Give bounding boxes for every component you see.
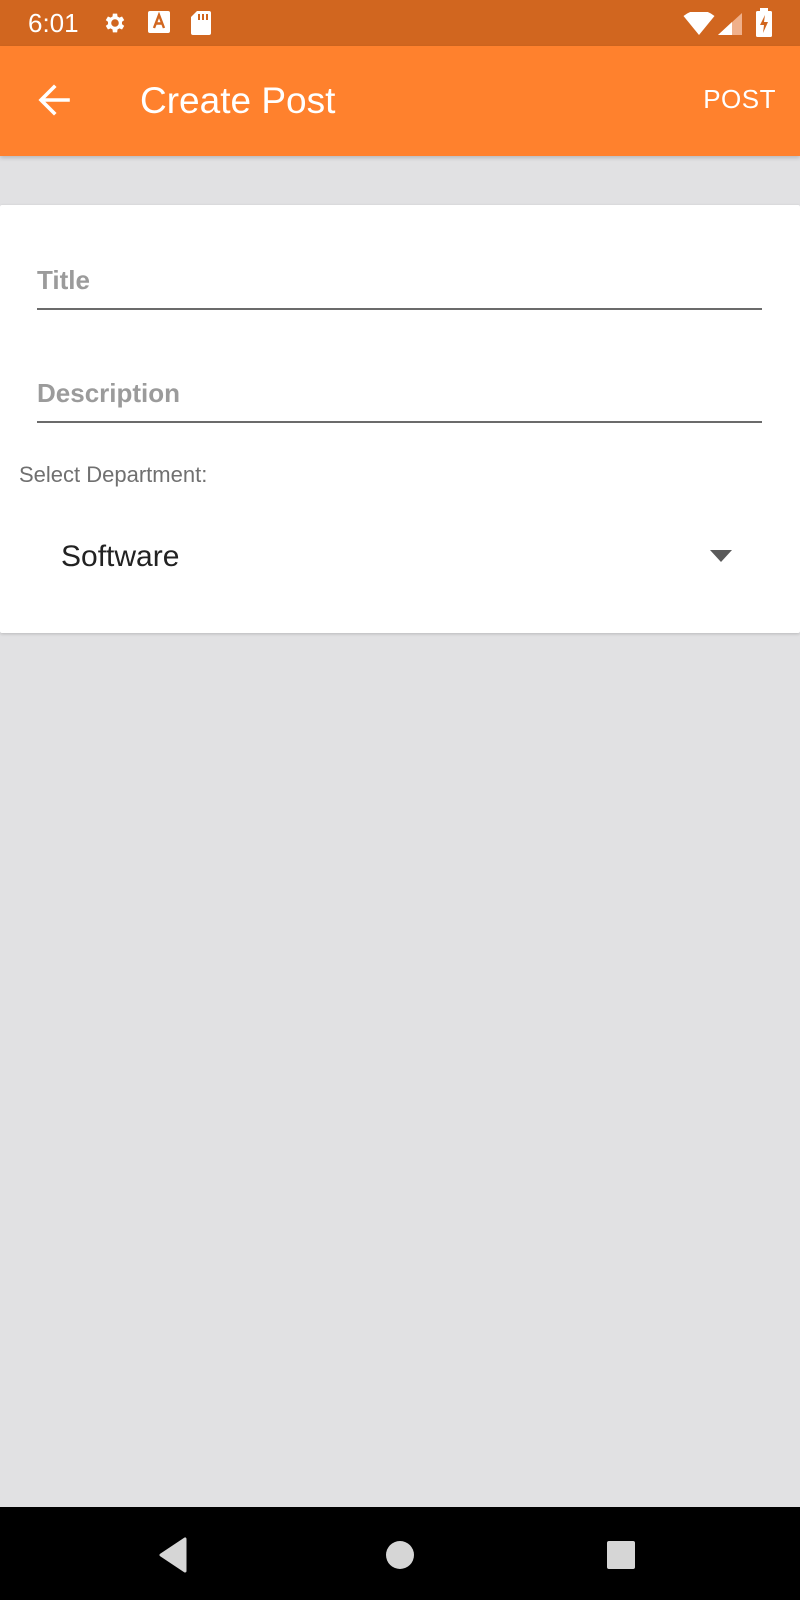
status-time: 6:01 — [28, 8, 79, 38]
wifi-icon — [683, 12, 715, 36]
title-placeholder: Title — [37, 265, 90, 295]
system-nav-bar — [0, 1507, 800, 1600]
battery-charging-icon — [755, 8, 773, 38]
status-bar: 6:01 — [0, 0, 800, 46]
department-dropdown[interactable]: Software — [40, 520, 752, 596]
nav-home-button[interactable] — [378, 1533, 422, 1577]
post-button[interactable]: POST — [703, 84, 776, 114]
gear-icon — [102, 10, 128, 36]
arrow-left-icon — [38, 84, 70, 116]
sd-card-icon — [190, 10, 212, 36]
dropdown-arrow-icon — [710, 550, 732, 562]
back-triangle-icon — [159, 1537, 187, 1573]
department-label: Select Department: — [19, 462, 208, 487]
page-title: Create Post — [140, 80, 336, 121]
a-badge-icon — [147, 10, 171, 34]
nav-recents-button[interactable] — [599, 1533, 643, 1577]
description-input[interactable]: Description — [37, 361, 762, 423]
description-placeholder: Description — [37, 378, 181, 408]
recents-square-icon — [607, 1541, 635, 1569]
create-post-screen: 6:01 Create Post POST Title Description … — [0, 0, 800, 1600]
department-selected-value: Software — [61, 540, 180, 573]
nav-back-button[interactable] — [155, 1533, 199, 1577]
back-button[interactable] — [30, 74, 82, 126]
home-circle-icon — [386, 1541, 414, 1569]
title-input[interactable]: Title — [37, 248, 762, 310]
app-bar: Create Post POST — [0, 46, 800, 156]
signal-icon — [717, 12, 743, 36]
